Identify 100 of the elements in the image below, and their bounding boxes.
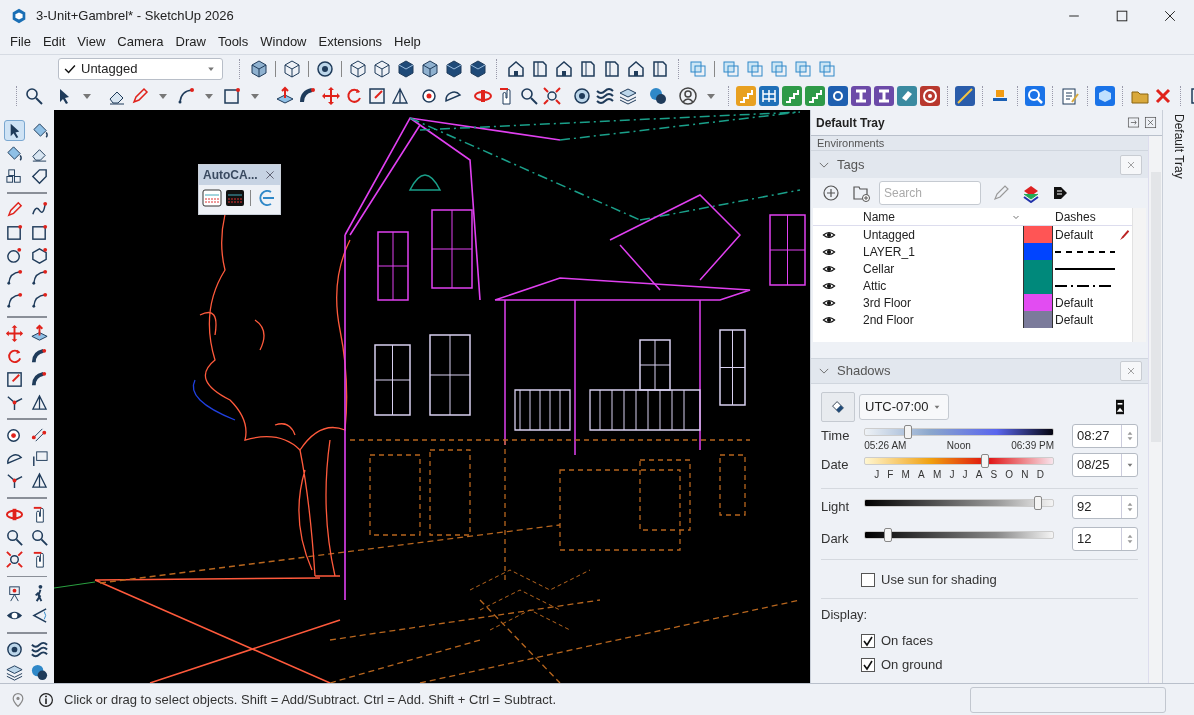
wave-icon[interactable]	[595, 86, 615, 106]
move-arrows-icon[interactable]	[321, 86, 341, 106]
slider-thumb[interactable]	[883, 528, 892, 542]
slider-thumb[interactable]	[1033, 496, 1042, 510]
zoom-extents-icon[interactable]	[542, 86, 562, 106]
tile-button-icon[interactable]	[805, 86, 825, 106]
tag-icon[interactable]	[30, 166, 49, 186]
cube-icon[interactable]	[420, 58, 440, 79]
shadow-toggle-button[interactable]	[821, 392, 855, 422]
rotate-icon[interactable]	[344, 86, 364, 106]
tile-button-icon[interactable]	[851, 86, 871, 106]
triangle-icon[interactable]	[390, 86, 410, 106]
checkbox[interactable]	[861, 573, 875, 587]
search-icon[interactable]	[24, 86, 44, 106]
menu-item[interactable]: File	[4, 32, 37, 52]
info-icon[interactable]	[38, 691, 54, 708]
arc-icon[interactable]	[5, 290, 24, 310]
tile-button-icon[interactable]	[782, 86, 802, 106]
page-icon[interactable]	[602, 58, 622, 79]
tray-scrollbar[interactable]	[1148, 136, 1162, 683]
dashed-lines-icon[interactable]	[225, 188, 245, 208]
cube-icon[interactable]	[396, 58, 416, 79]
checkbox[interactable]	[861, 633, 875, 648]
push-pull-icon[interactable]	[30, 324, 49, 344]
wrapped-cube-icon[interactable]	[955, 86, 975, 106]
document-edit-icon[interactable]	[1060, 86, 1080, 106]
menu-item[interactable]: Camera	[111, 32, 170, 52]
menu-item[interactable]: Tools	[211, 32, 255, 52]
cube-icon[interactable]	[468, 58, 488, 79]
time-slider[interactable]	[864, 428, 1054, 436]
menu-item[interactable]: Extensions	[312, 32, 389, 52]
cube-icon[interactable]	[348, 58, 368, 79]
push-pull-icon[interactable]	[275, 86, 295, 106]
number-field[interactable]: 08:27	[1072, 424, 1138, 448]
maximize-icon[interactable]	[1114, 8, 1130, 24]
rectangle-icon[interactable]	[30, 222, 49, 242]
viewport[interactable]: AutoCA...	[54, 110, 810, 683]
panel-header[interactable]: Shadows	[837, 361, 891, 381]
chat-bubble-icon[interactable]	[30, 662, 49, 682]
page-icon[interactable]	[650, 58, 670, 79]
add-circle-icon[interactable]	[821, 183, 841, 203]
layers-icon[interactable]	[5, 662, 24, 682]
axes-icon[interactable]	[5, 471, 24, 491]
house-icon[interactable]	[554, 58, 574, 79]
color-swatch[interactable]	[1023, 243, 1053, 260]
search-icon[interactable]	[1025, 86, 1045, 106]
color-stack-icon[interactable]	[1021, 183, 1041, 203]
folder-plus-icon[interactable]	[851, 183, 871, 203]
menu-item[interactable]: View	[71, 32, 112, 52]
column-header[interactable]: Name	[863, 207, 1011, 226]
tile-button-icon[interactable]	[897, 86, 917, 106]
page-icon[interactable]	[530, 58, 550, 79]
tile-button-icon[interactable]	[759, 86, 779, 106]
look-around-icon[interactable]	[30, 606, 49, 626]
curve-icon[interactable]	[256, 188, 276, 208]
search-icon[interactable]	[5, 527, 24, 547]
search-icon[interactable]	[519, 86, 539, 106]
house-icon[interactable]	[626, 58, 646, 79]
color-swatch[interactable]	[1023, 260, 1053, 277]
timezone-dropdown[interactable]: UTC-07:00	[859, 394, 949, 420]
triangle-icon[interactable]	[30, 392, 49, 412]
search-field[interactable]: Search	[879, 181, 981, 205]
column-header[interactable]: Dashes	[1053, 207, 1123, 226]
polygon-icon[interactable]	[30, 245, 49, 265]
date-field[interactable]: 08/25	[1072, 453, 1138, 477]
slider-thumb[interactable]	[904, 425, 913, 439]
color-swatch[interactable]	[1023, 294, 1053, 311]
wave-icon[interactable]	[30, 639, 49, 659]
pin-tray-icon[interactable]	[1127, 116, 1140, 129]
zoom-extents-icon[interactable]	[5, 550, 24, 570]
arc-icon[interactable]	[176, 86, 196, 106]
scale-icon[interactable]	[367, 86, 387, 106]
tile-button-icon[interactable]	[874, 86, 894, 106]
triangle-icon[interactable]	[30, 471, 49, 491]
cube-icon[interactable]	[372, 58, 392, 79]
arc-icon[interactable]	[5, 268, 24, 288]
menu-item[interactable]: Help	[388, 32, 427, 52]
label-icon[interactable]	[30, 448, 49, 468]
close-icon[interactable]	[1144, 116, 1157, 129]
location-pin-icon[interactable]	[10, 691, 26, 708]
tile-button-icon[interactable]	[736, 86, 756, 106]
panel-header[interactable]: Environments	[817, 137, 885, 149]
person-icon[interactable]	[678, 86, 698, 106]
slider-thumb[interactable]	[981, 454, 990, 468]
cubes-icon[interactable]	[5, 166, 24, 186]
app-logo-icon[interactable]	[10, 7, 28, 25]
menu-item[interactable]: Window	[254, 32, 313, 52]
date-slider[interactable]	[864, 457, 1054, 465]
rectangle-icon[interactable]	[5, 222, 24, 242]
move-arrows-icon[interactable]	[5, 324, 24, 344]
layers-icon[interactable]	[618, 86, 638, 106]
number-field[interactable]: 92	[1072, 495, 1138, 519]
chat-bubble-icon[interactable]	[648, 86, 668, 106]
cube-icon[interactable]	[444, 58, 464, 79]
cube-icon[interactable]	[282, 58, 302, 79]
tile-button-icon[interactable]	[828, 86, 848, 106]
arc-icon[interactable]	[30, 268, 49, 288]
close-icon[interactable]	[1162, 8, 1178, 24]
scale-icon[interactable]	[5, 369, 24, 389]
menu-item[interactable]: Draw	[169, 32, 212, 52]
